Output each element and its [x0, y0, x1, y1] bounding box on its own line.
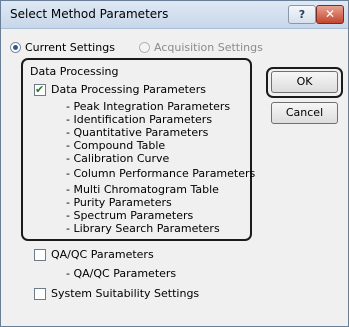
- acquisition-settings-label: Acquisition Settings: [154, 40, 263, 54]
- system-suitability-option[interactable]: System Suitability Settings: [34, 286, 199, 301]
- acquisition-settings-radio-option[interactable]: Acquisition Settings: [139, 39, 263, 55]
- dialog-title: Select Method Parameters: [10, 7, 169, 21]
- qa-qc-parameters-label: QA/QC Parameters: [51, 248, 154, 261]
- data-processing-group-label: Data Processing: [30, 65, 119, 78]
- data-processing-parameters-option[interactable]: Data Processing Parameters: [34, 82, 206, 97]
- data-processing-parameters-checkbox[interactable]: [34, 83, 46, 96]
- spectrum-item: - Spectrum Parameters: [66, 209, 194, 222]
- current-settings-label: Current Settings: [25, 40, 115, 54]
- system-suitability-label: System Suitability Settings: [51, 287, 200, 300]
- system-suitability-checkbox[interactable]: [34, 287, 46, 300]
- select-method-parameters-dialog: Select Method Parameters ? ✕ Current Set…: [0, 0, 349, 327]
- peak-integration-item: - Peak Integration Parameters: [66, 100, 231, 113]
- title-bar: Select Method Parameters ? ✕: [1, 1, 348, 29]
- qa-qc-parameters-checkbox[interactable]: [34, 248, 46, 261]
- identification-item: - Identification Parameters: [66, 113, 213, 126]
- close-button[interactable]: ✕: [316, 5, 344, 24]
- qa-qc-parameters-option[interactable]: QA/QC Parameters: [34, 247, 154, 262]
- current-settings-radio[interactable]: [10, 41, 21, 53]
- column-performance-item: - Column Performance Parameters: [66, 167, 256, 180]
- compound-table-item: - Compound Table: [66, 139, 166, 152]
- purity-item: - Purity Parameters: [66, 196, 172, 209]
- data-processing-parameters-label: Data Processing Parameters: [51, 83, 206, 96]
- help-button[interactable]: ?: [288, 5, 316, 24]
- acquisition-settings-radio[interactable]: [139, 41, 150, 53]
- ok-button[interactable]: OK: [271, 71, 338, 93]
- multi-chromatogram-item: - Multi Chromatogram Table: [66, 183, 219, 196]
- current-settings-radio-option[interactable]: Current Settings: [10, 39, 115, 55]
- calibration-curve-item: - Calibration Curve: [66, 152, 170, 165]
- library-search-item: - Library Search Parameters: [66, 222, 220, 235]
- cancel-button[interactable]: Cancel: [271, 102, 338, 124]
- quantitative-item: - Quantitative Parameters: [66, 126, 209, 139]
- qa-qc-sub-item: - QA/QC Parameters: [66, 267, 177, 280]
